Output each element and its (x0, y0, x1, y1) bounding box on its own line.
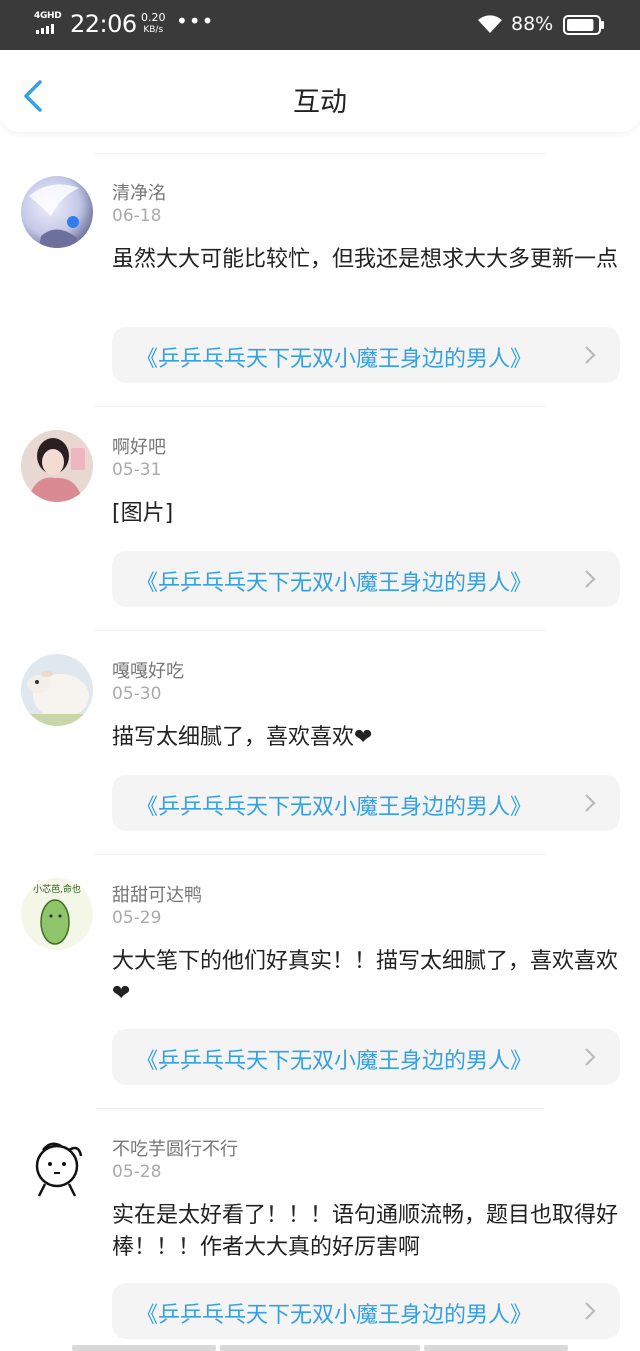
divider (95, 1108, 545, 1109)
book-title: 《乒乒乓乓天下无双小魔王身边的男人》 (136, 1303, 533, 1328)
divider (95, 854, 545, 855)
comment-text: [图片] (112, 501, 174, 526)
chevron-right-icon (585, 346, 596, 364)
network-speed-value: 0.20 (141, 11, 166, 24)
book-link[interactable]: 《乒乒乓乓天下无双小魔王身边的男人》 (112, 1029, 620, 1085)
status-bar: 4GHD 22:06 0.20 KB/s ••• 88% (0, 0, 640, 50)
wifi-icon (478, 15, 502, 33)
comment-date: 05-28 (112, 1162, 162, 1182)
comment-text: 实在是太好看了！！！语句通顺流畅，题目也取得好棒！！！作者大大真的好厉害啊 (112, 1203, 619, 1260)
comment-date: 05-29 (112, 908, 162, 928)
network-speed: 0.20 KB/s (141, 12, 166, 36)
book-title: 《乒乒乓乓天下无双小魔王身边的男人》 (136, 571, 533, 596)
clock: 22:06 (70, 10, 137, 38)
cellular-signal-icon: 4GHD (34, 11, 64, 37)
comment-username[interactable]: 清净洺 (112, 179, 166, 205)
divider (95, 406, 545, 407)
book-title: 《乒乒乓乓天下无双小魔王身边的男人》 (136, 1049, 533, 1074)
comment-text: 描写太细腻了，喜欢喜欢❤ (112, 725, 373, 750)
comment-date: 06-18 (112, 206, 162, 226)
page-header: 互动 (0, 50, 640, 132)
chevron-right-icon (585, 1048, 596, 1066)
chevron-right-icon (585, 794, 596, 812)
comment-text: 大大笔下的他们好真实！！描写太细腻了，喜欢喜欢❤ (112, 949, 619, 1006)
network-speed-unit: KB/s (143, 25, 164, 35)
book-link[interactable]: 《乒乒乓乓天下无双小魔王身边的男人》 (112, 551, 620, 607)
comment-text: 虽然大大可能比较忙，但我还是想求大大多更新一点 (112, 247, 619, 272)
comment-date: 05-30 (112, 684, 162, 704)
battery-icon (563, 15, 604, 35)
more-notifications-icon: ••• (176, 9, 215, 33)
divider (95, 630, 545, 631)
bottom-bar-segment (424, 1345, 568, 1351)
comment-username[interactable]: 不吃芋圆行不行 (112, 1135, 238, 1161)
divider (95, 153, 545, 154)
comment-username[interactable]: 嘎嘎好吃 (112, 657, 184, 683)
comment-username[interactable]: 啊好吧 (112, 433, 166, 459)
avatar[interactable] (21, 176, 93, 248)
book-link[interactable]: 《乒乒乓乓天下无双小魔王身边的男人》 (112, 327, 620, 383)
chevron-right-icon (585, 1302, 596, 1320)
comment-date: 05-31 (112, 460, 162, 480)
avatar[interactable]: 小芯芭,命也 (21, 878, 93, 950)
bottom-bar-segment (220, 1345, 420, 1351)
book-link[interactable]: 《乒乒乓乓天下无双小魔王身边的男人》 (112, 1283, 620, 1339)
book-title: 《乒乒乓乓天下无双小魔王身边的男人》 (136, 795, 533, 820)
chevron-right-icon (585, 570, 596, 588)
battery-percent: 88% (511, 13, 554, 35)
avatar[interactable] (21, 654, 93, 726)
comment-username[interactable]: 甜甜可达鸭 (112, 881, 202, 907)
avatar[interactable] (21, 430, 93, 502)
avatar[interactable] (21, 1132, 93, 1204)
page-title: 互动 (293, 87, 347, 118)
book-title: 《乒乒乓乓天下无双小魔王身边的男人》 (136, 347, 533, 372)
avatar-caption: 小芯芭,命也 (33, 883, 81, 895)
bottom-bar-segment (72, 1345, 216, 1351)
network-type: 4GHD (34, 11, 62, 21)
book-link[interactable]: 《乒乒乓乓天下无双小魔王身边的男人》 (112, 775, 620, 831)
